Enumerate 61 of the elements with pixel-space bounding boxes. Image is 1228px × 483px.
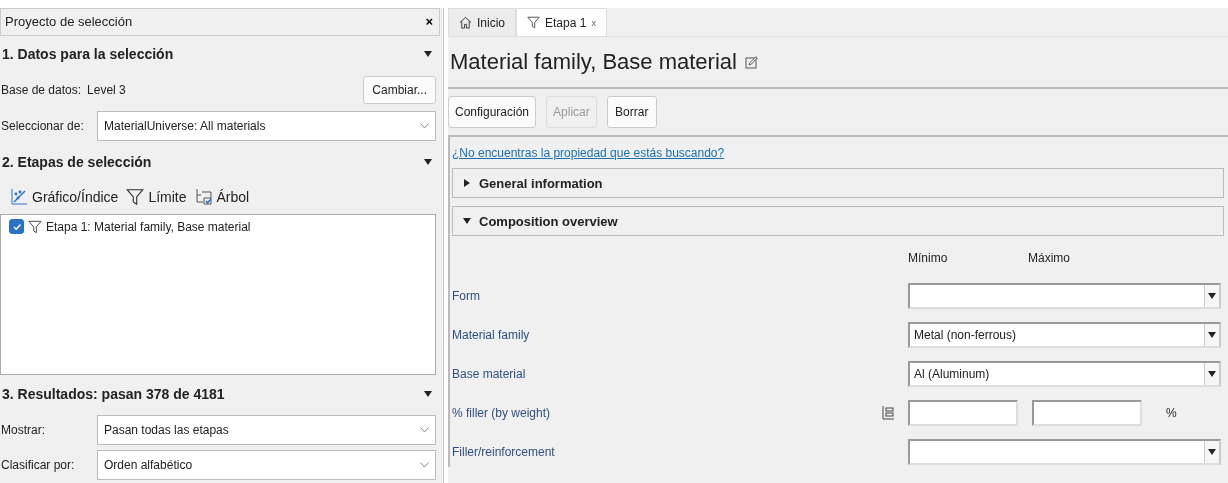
property-label: Form <box>452 288 481 303</box>
limit-tool-button[interactable]: Límite <box>126 188 187 207</box>
property-label: % filler (by weight) <box>452 405 552 420</box>
chevron-icon <box>420 427 429 434</box>
property-dropdown[interactable]: Metal (non-ferrous) <box>908 321 1221 348</box>
dropdown[interactable]: Orden alfabético <box>97 450 436 481</box>
close-button[interactable]: × <box>425 14 433 30</box>
stage-label[interactable]: Etapa 1: Material family, Base material <box>46 219 251 234</box>
tree-tool-button[interactable]: Árbol <box>194 188 250 207</box>
column-header: Mínimo <box>908 251 949 265</box>
property-dropdown[interactable] <box>908 282 1221 309</box>
funnel-icon <box>126 188 145 207</box>
select-from-dropdown[interactable]: MaterialUniverse: All materials <box>97 110 436 141</box>
chart-tool-button[interactable]: Gráfico/Índice <box>10 188 119 207</box>
stage-title: Material family, Base material <box>450 49 737 75</box>
collapse-arrow-icon[interactable] <box>424 50 432 59</box>
checkbox[interactable] <box>9 219 24 235</box>
collapse-arrow-icon[interactable] <box>424 389 432 398</box>
database-name: Level 3 <box>87 83 127 98</box>
property-label: Filler/reinforcement <box>452 444 556 459</box>
section-title: 1. Datos para la selección <box>2 46 174 63</box>
minimum-field[interactable] <box>908 399 1018 426</box>
column-header: Máximo <box>1028 251 1070 265</box>
group-header[interactable]: Composition overview <box>452 206 1224 236</box>
chevron-icon <box>420 462 429 469</box>
dropdown-arrow-icon <box>1208 370 1216 377</box>
section-title: 2. Etapas de selección <box>2 154 152 171</box>
property-dropdown[interactable]: Al (Aluminum) <box>908 360 1221 387</box>
check-icon <box>11 221 22 232</box>
field-label: Seleccionar de: <box>1 118 85 133</box>
funnel-icon <box>527 16 540 29</box>
change-button[interactable]: Cambiar... <box>363 76 436 105</box>
property-dropdown[interactable] <box>908 438 1221 465</box>
dropdown-arrow-icon <box>1208 448 1216 455</box>
collapse-arrow-icon[interactable] <box>463 217 471 225</box>
panel-title: Proyecto de selección <box>5 14 133 30</box>
section-title: 3. Resultados: pasan 378 de 4181 <box>2 385 225 402</box>
dropdown[interactable]: Pasan todas las etapas <box>97 415 436 446</box>
group-header[interactable]: General information <box>452 168 1224 198</box>
property-label: Base material <box>452 366 527 381</box>
field-label: Clasificar por: <box>1 458 76 473</box>
dropdown-arrow-icon <box>1208 331 1216 338</box>
maximum-field[interactable] <box>1032 399 1142 426</box>
unit-label: % <box>1166 405 1177 420</box>
distribution-icon[interactable] <box>882 405 895 420</box>
toolbar-button[interactable]: Borrar <box>606 96 657 128</box>
property-label: Material family <box>452 327 531 342</box>
edit-icon[interactable] <box>744 55 758 69</box>
field-label: Mostrar: <box>1 423 46 438</box>
chevron-icon <box>420 122 429 129</box>
field-label: Base de datos: <box>1 83 82 98</box>
tree-icon <box>194 188 213 207</box>
expand-arrow-icon[interactable] <box>463 179 471 187</box>
dropdown-arrow-icon <box>1208 292 1216 299</box>
help-link[interactable]: ¿No encuentras la propiedad que estás buscando? <box>452 143 725 160</box>
scatter-chart-icon <box>10 188 28 207</box>
tab[interactable]: Inicio <box>448 8 516 36</box>
toolbar-button[interactable]: Configuración <box>448 96 537 128</box>
collapse-arrow-icon[interactable] <box>424 158 432 167</box>
home-icon <box>459 16 472 29</box>
funnel-icon <box>28 219 42 234</box>
